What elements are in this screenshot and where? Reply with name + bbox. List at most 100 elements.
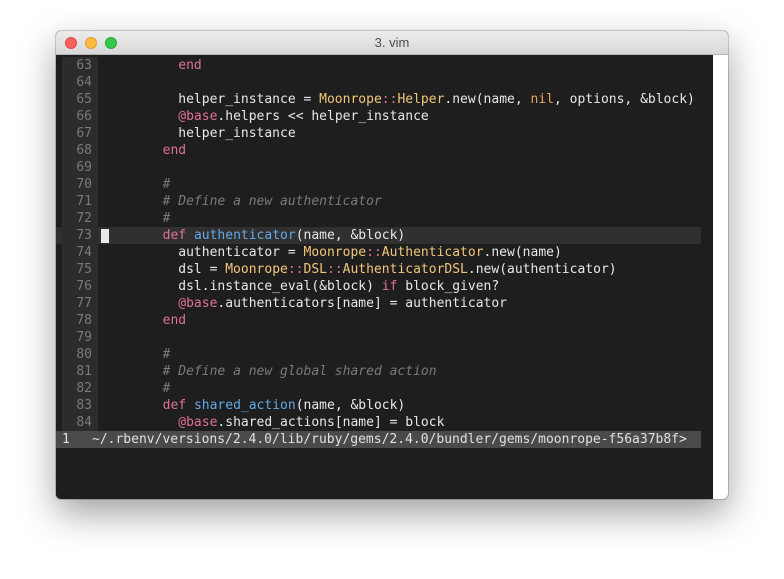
code-line[interactable]: 78 end: [56, 312, 701, 329]
code-text: @base.helpers << helper_instance: [100, 108, 428, 125]
code-text: @base.authenticators[name] = authenticat…: [100, 295, 507, 312]
terminal-window: 3. vim 63 end 64 65 helper_instance = Moon…: [56, 31, 728, 499]
code-token: # Define a new global shared action: [162, 364, 437, 379]
code-line[interactable]: 77 @base.authenticators[name] = authenti…: [56, 295, 701, 312]
line-number: 73: [62, 227, 98, 244]
code-line[interactable]: 82 #: [56, 380, 701, 397]
code-token: ::: [287, 262, 304, 277]
window-title: 3. vim: [374, 35, 410, 50]
code-token: def: [162, 228, 187, 243]
line-number: 72: [62, 210, 98, 227]
code-line-cursor[interactable]: 73 def authenticator(name, &block): [56, 227, 701, 244]
code-token: @base: [178, 415, 218, 430]
code-token: , options, &block): [553, 92, 695, 107]
code-text: helper_instance = Moonrope::Helper.new(n…: [100, 91, 695, 108]
line-number: 68: [62, 142, 98, 159]
line-number: 64: [62, 74, 98, 91]
code-line[interactable]: 70 #: [56, 176, 701, 193]
code-token: #: [162, 211, 171, 226]
code-text: # Define a new global shared action: [100, 363, 437, 380]
code-text: authenticator = Moonrope::Authenticator.…: [100, 244, 562, 261]
code-line[interactable]: 65 helper_instance = Moonrope::Helper.ne…: [56, 91, 701, 108]
code-token: if: [381, 279, 398, 294]
code-token: authenticator =: [100, 245, 304, 260]
line-number: 69: [62, 159, 98, 176]
code-line[interactable]: 66 @base.helpers << helper_instance: [56, 108, 701, 125]
code-line[interactable]: 84 @base.shared_actions[name] = block: [56, 414, 701, 431]
code-token: authenticator: [193, 228, 296, 243]
title-bar[interactable]: 3. vim: [56, 31, 728, 55]
code-token: block_given?: [397, 279, 500, 294]
code-line[interactable]: 63 end: [56, 57, 701, 74]
code-text: # Define a new authenticator: [100, 193, 382, 210]
line-number: 65: [62, 91, 98, 108]
code-token: end: [178, 58, 202, 73]
code-token: dsl =: [100, 262, 226, 277]
code-text: #: [100, 380, 171, 397]
statusline-buffer-number: 1: [62, 432, 70, 447]
code-line[interactable]: 69: [56, 159, 701, 176]
code-token: dsl.instance_eval(&block): [100, 279, 382, 294]
code-token: end: [162, 143, 187, 158]
line-number: 63: [62, 57, 98, 74]
code-line[interactable]: 75 dsl = Moonrope::DSL::AuthenticatorDSL…: [56, 261, 701, 278]
code-token: #: [162, 381, 171, 396]
code-text: #: [100, 176, 171, 193]
line-number: 83: [62, 397, 98, 414]
code-text: end: [100, 57, 202, 74]
code-token: # Define a new authenticator: [162, 194, 382, 209]
code-text: end: [100, 312, 186, 329]
code-line[interactable]: 72 #: [56, 210, 701, 227]
line-number: 70: [62, 176, 98, 193]
code-line[interactable]: 64: [56, 74, 701, 91]
code-token: .new(authenticator): [467, 262, 617, 277]
code-text: def authenticator(name, &block): [100, 227, 406, 244]
line-number: 80: [62, 346, 98, 363]
code-token: Moonrope: [319, 92, 382, 107]
code-text: @base.shared_actions[name] = block: [100, 414, 444, 431]
code-line[interactable]: 79: [56, 329, 701, 346]
code-token: .shared_actions[name] = block: [217, 415, 445, 430]
code-token: (name, &block): [295, 228, 406, 243]
code-line[interactable]: 67 helper_instance: [56, 125, 701, 142]
line-number: 74: [62, 244, 98, 261]
line-number: 84: [62, 414, 98, 431]
code-token: Moonrope: [303, 245, 367, 260]
line-number: 71: [62, 193, 98, 210]
code-text: dsl = Moonrope::DSL::AuthenticatorDSL.ne…: [100, 261, 617, 278]
code-token: shared_action: [193, 398, 296, 413]
code-line[interactable]: 74 authenticator = Moonrope::Authenticat…: [56, 244, 701, 261]
line-number: 75: [62, 261, 98, 278]
code-line[interactable]: 80 #: [56, 346, 701, 363]
code-line[interactable]: 81 # Define a new global shared action: [56, 363, 701, 380]
scrollbar[interactable]: [713, 55, 728, 499]
code-token: (name, &block): [295, 398, 406, 413]
code-text: helper_instance: [100, 125, 295, 142]
code-line[interactable]: 76 dsl.instance_eval(&block) if block_gi…: [56, 278, 701, 295]
code-line[interactable]: 68 end: [56, 142, 701, 159]
code-text: dsl.instance_eval(&block) if block_given…: [100, 278, 499, 295]
code-token: @base: [178, 109, 218, 124]
code-text: #: [100, 346, 171, 363]
code-line[interactable]: 83 def shared_action(name, &block): [56, 397, 701, 414]
code-token: ::: [327, 262, 343, 277]
code-text: end: [100, 142, 186, 159]
code-token: nil: [530, 92, 554, 107]
code-text: def shared_action(name, &block): [100, 397, 406, 414]
line-number: 67: [62, 125, 98, 142]
code-line[interactable]: 71 # Define a new authenticator: [56, 193, 701, 210]
code-token: ::: [381, 92, 398, 107]
vim-editor[interactable]: 63 end 64 65 helper_instance = Moonrope::H…: [56, 55, 713, 499]
